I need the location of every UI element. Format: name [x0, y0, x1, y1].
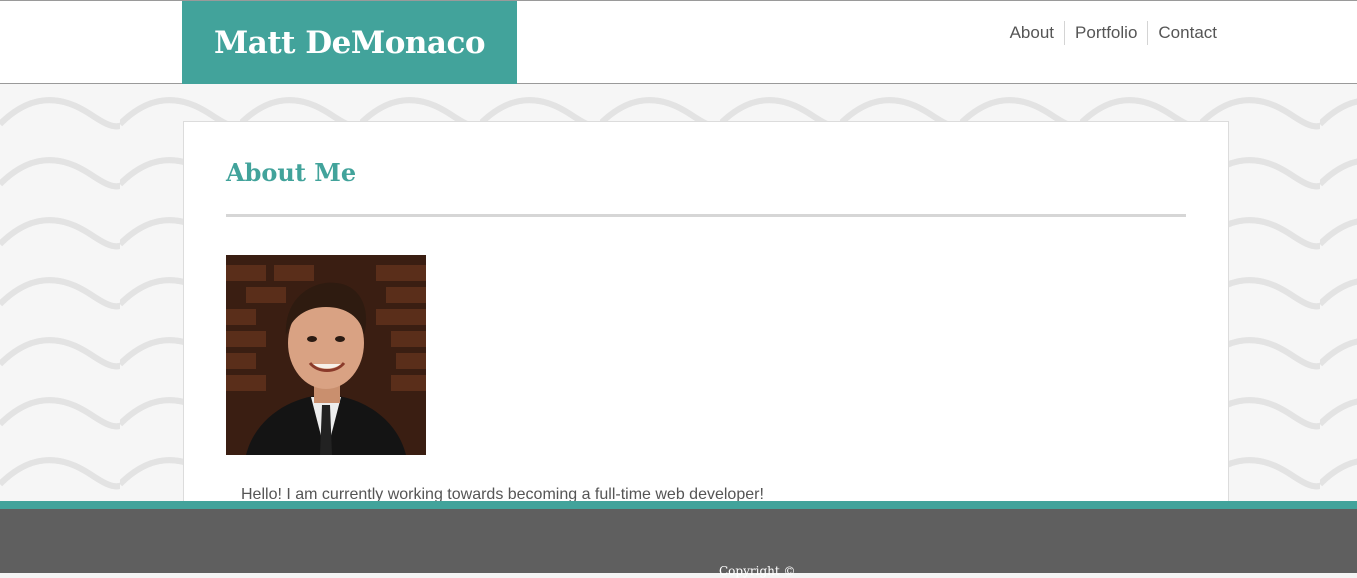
- copyright-text: Copyright ©: [719, 564, 796, 578]
- main-nav: About Portfolio Contact: [1000, 21, 1227, 45]
- site-footer: Copyright ©: [0, 509, 1357, 578]
- site-header: Matt DeMonaco About Portfolio Contact: [0, 0, 1357, 84]
- site-logo-link[interactable]: Matt DeMonaco: [182, 1, 517, 84]
- title-divider: [226, 214, 1186, 217]
- page-title: About Me: [226, 158, 357, 187]
- nav-link-portfolio[interactable]: Portfolio: [1065, 21, 1147, 45]
- nav-link-about[interactable]: About: [1000, 21, 1064, 45]
- nav-link-contact[interactable]: Contact: [1148, 21, 1227, 45]
- footer-accent-stripe: [0, 501, 1357, 509]
- about-card: About Me Hello! I am currently working t…: [183, 121, 1229, 521]
- profile-photo: [226, 255, 426, 455]
